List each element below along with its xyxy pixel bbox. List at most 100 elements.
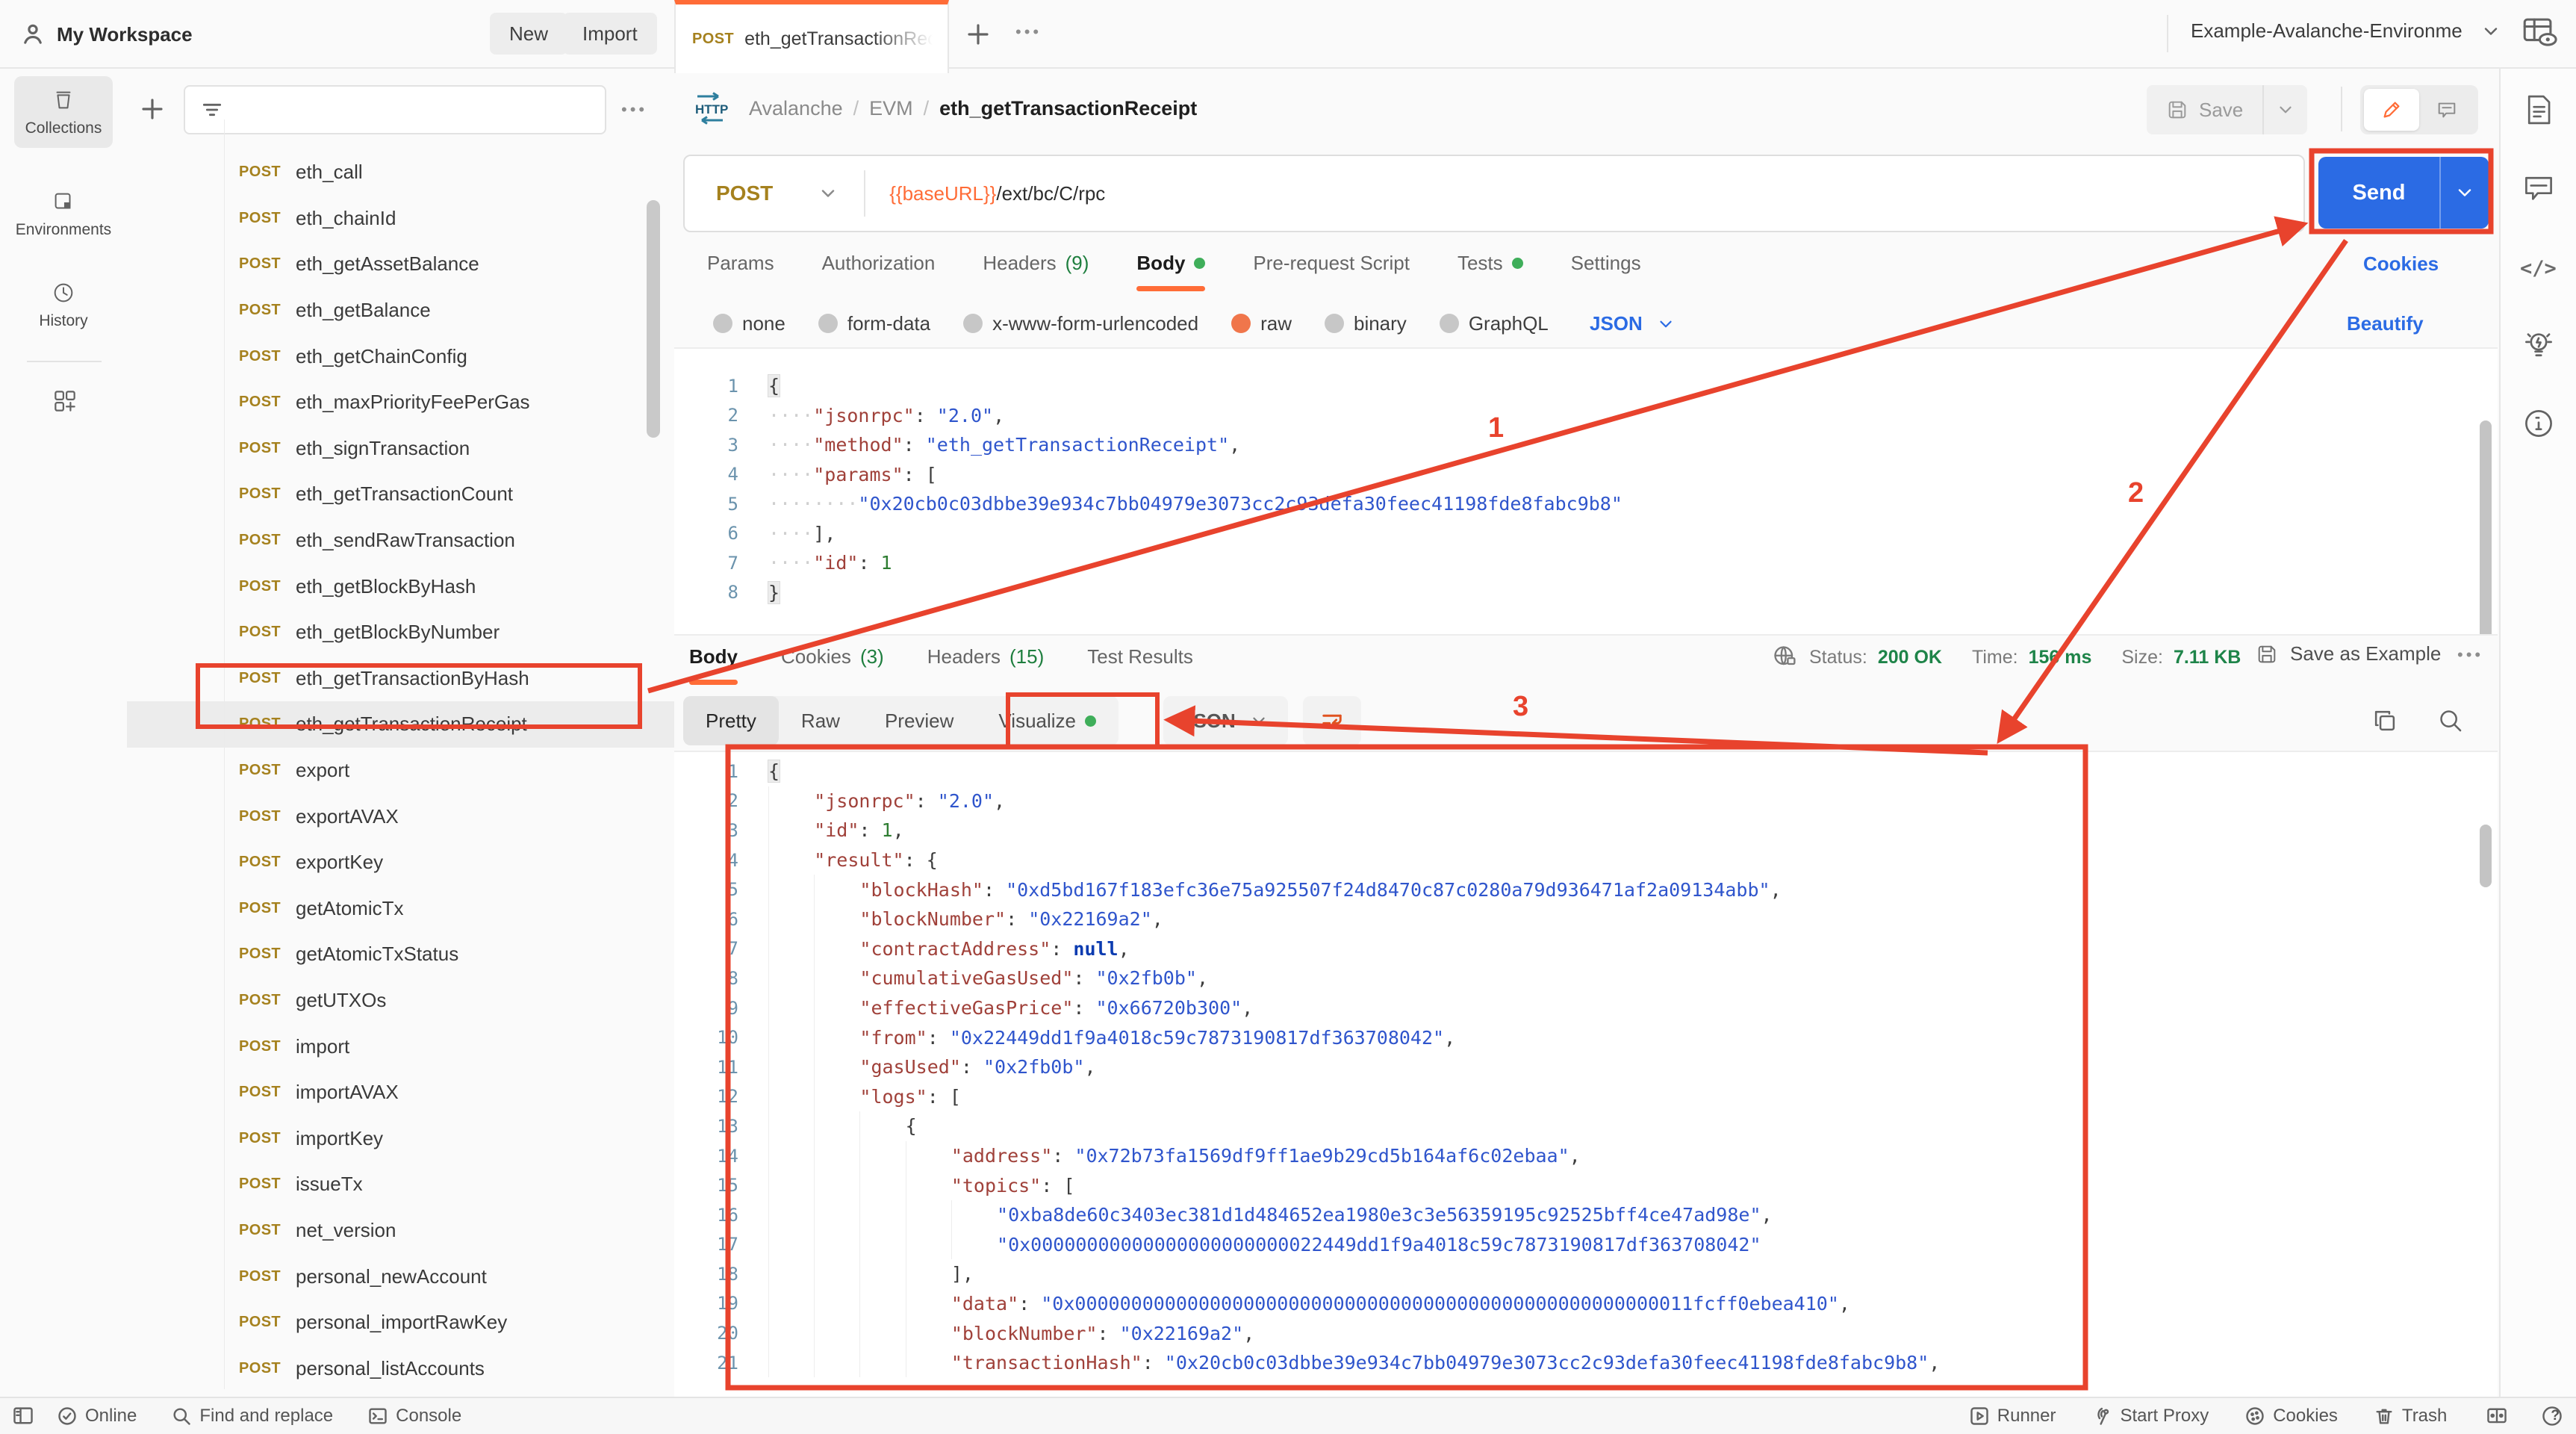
save-button[interactable]: Save	[2147, 85, 2263, 134]
split-panel-button[interactable]	[2486, 1405, 2508, 1427]
response-tab-headers[interactable]: Headers (15)	[927, 645, 1045, 668]
tab-headers[interactable]: Headers (9)	[983, 252, 1089, 275]
list-item[interactable]: POST personal_listAccounts	[127, 1345, 674, 1391]
environment-quick-look-button[interactable]	[2519, 12, 2558, 56]
body-type-none[interactable]: none	[713, 312, 785, 335]
body-type-x-www-form-urlencoded[interactable]: x-www-form-urlencoded	[963, 312, 1198, 335]
new-tab-button[interactable]	[965, 21, 992, 53]
list-item[interactable]: POST export	[127, 748, 674, 794]
workspace-switcher[interactable]: My Workspace	[19, 15, 193, 54]
list-item[interactable]: POST exportAVAX	[127, 793, 674, 839]
runner-button[interactable]: Runner	[1969, 1406, 2056, 1427]
sidebar-item-history[interactable]: History	[14, 269, 113, 341]
list-item[interactable]: POST eth_getAssetBalance	[127, 241, 674, 288]
list-item[interactable]: POST importAVAX	[127, 1070, 674, 1116]
view-tab-raw[interactable]: Raw	[779, 696, 862, 745]
tab-tests[interactable]: Tests	[1457, 252, 1523, 275]
comments-button[interactable]	[2521, 170, 2556, 210]
cookies-link[interactable]: Cookies	[2363, 252, 2439, 276]
save-as-example-button[interactable]: Save as Example	[2256, 642, 2441, 665]
list-item[interactable]: POST eth_getTransactionCount	[127, 471, 674, 518]
request-tab[interactable]: POST eth_getTransactionRece	[674, 0, 949, 73]
save-options-button[interactable]	[2262, 85, 2308, 134]
response-options-button[interactable]: •••	[2457, 645, 2483, 665]
related-requests-button[interactable]	[2521, 329, 2556, 368]
request-info-button[interactable]	[2521, 406, 2556, 446]
list-item[interactable]: POST net_version	[127, 1208, 674, 1254]
list-item[interactable]: POST getUTXOs	[127, 978, 674, 1024]
tab-options-button[interactable]: •••	[1015, 22, 1042, 42]
environment-selector[interactable]: Example-Avalanche-Environme	[2191, 19, 2501, 43]
find-and-replace-button[interactable]: Find and replace	[171, 1406, 333, 1427]
sidebar-item-environments[interactable]: Environments	[14, 178, 113, 249]
tab-authorization[interactable]: Authorization	[822, 252, 936, 275]
list-item[interactable]: POST exportKey	[127, 839, 674, 886]
breadcrumb-folder[interactable]: EVM	[869, 97, 913, 120]
response-body-viewer[interactable]: 1 2 3 4 5 6 7 8 9 10 11 12 13 14 15 16 17 18 19 20 21 {"json…	[674, 751, 2498, 1398]
comment-mode-button[interactable]	[2419, 89, 2474, 131]
response-tab-cookies[interactable]: Cookies (3)	[781, 645, 884, 668]
view-tab-pretty[interactable]: Pretty	[683, 696, 779, 745]
code-snippet-button[interactable]: </>	[2520, 257, 2557, 280]
list-item[interactable]: POST importKey	[127, 1115, 674, 1161]
beautify-link[interactable]: Beautify	[2347, 312, 2424, 335]
body-type-binary[interactable]: binary	[1324, 312, 1407, 335]
list-item[interactable]: POST getAtomicTx	[127, 886, 674, 932]
list-item[interactable]: POST import	[127, 1023, 674, 1070]
tab-pre-request-script[interactable]: Pre-request Script	[1253, 252, 1410, 275]
documentation-button[interactable]	[2521, 93, 2556, 132]
sidebar-scrollbar[interactable]	[647, 200, 660, 438]
response-tab-test-results[interactable]: Test Results	[1087, 645, 1193, 668]
search-input[interactable]	[184, 85, 606, 134]
list-item[interactable]: POST eth_maxPriorityFeePerGas	[127, 379, 674, 426]
breadcrumb-collection[interactable]: Avalanche	[749, 97, 843, 120]
send-button[interactable]: Send	[2318, 157, 2489, 229]
list-item[interactable]: POST eth_getTransactionReceipt	[127, 701, 674, 748]
new-button[interactable]: New	[490, 13, 568, 55]
body-type-GraphQL[interactable]: GraphQL	[1439, 312, 1549, 335]
collection-options-button[interactable]: •••	[621, 100, 647, 120]
list-item[interactable]: POST eth_signTransaction	[127, 426, 674, 472]
list-item[interactable]: POST eth_sendRawTransaction	[127, 518, 674, 564]
console-button[interactable]: Console	[367, 1406, 461, 1427]
response-tab-body[interactable]: Body	[689, 645, 738, 685]
add-request-button[interactable]	[139, 96, 166, 128]
online-status[interactable]: Online	[57, 1406, 137, 1427]
language-selector[interactable]: JSON	[1590, 312, 1676, 335]
list-item[interactable]: POST personal_newAccount	[127, 1253, 674, 1300]
list-item[interactable]: POST eth_getBlockByNumber	[127, 609, 674, 656]
configure-workspace-sidebar-button[interactable]	[51, 387, 79, 420]
method-selector[interactable]: POST	[685, 181, 839, 205]
list-item[interactable]: POST eth_call	[127, 149, 674, 196]
editor-scrollbar[interactable]	[2480, 420, 2492, 634]
response-language-selector[interactable]: JSON	[1163, 696, 1288, 745]
tab-settings[interactable]: Settings	[1571, 252, 1641, 275]
tab-params[interactable]: Params	[707, 252, 774, 275]
toggle-sidebar-button[interactable]	[12, 1405, 34, 1427]
help-button[interactable]: ?	[2541, 1405, 2563, 1427]
view-tab-visualize[interactable]: Visualize	[976, 696, 1119, 745]
tab-body[interactable]: Body	[1136, 252, 1206, 291]
list-item[interactable]: POST issueTx	[127, 1161, 674, 1208]
import-button[interactable]: Import	[563, 13, 657, 55]
list-item[interactable]: POST eth_getBlockByHash	[127, 563, 674, 609]
list-item[interactable]: POST eth_chainId	[127, 196, 674, 242]
request-body-editor[interactable]: 12345678 {···· "jsonrpc": "2.0", ···· "meth…	[674, 347, 2498, 636]
response-scrollbar[interactable]	[2480, 825, 2492, 887]
edit-mode-button[interactable]	[2364, 89, 2419, 131]
cookies-button[interactable]: Cookies	[2244, 1406, 2338, 1427]
body-type-form-data[interactable]: form-data	[818, 312, 930, 335]
copy-response-button[interactable]	[2371, 707, 2399, 740]
list-item[interactable]: POST personal_importRawKey	[127, 1300, 674, 1346]
url-input[interactable]: {{baseURL}}/ext/bc/C/rpc	[889, 182, 1105, 205]
view-tab-preview[interactable]: Preview	[862, 696, 976, 745]
send-options-button[interactable]	[2439, 157, 2489, 229]
sidebar-item-collections[interactable]: Collections	[14, 76, 113, 148]
list-item[interactable]: POST eth_getChainConfig	[127, 333, 674, 379]
start-proxy-button[interactable]: Start Proxy	[2092, 1406, 2209, 1427]
search-response-button[interactable]	[2436, 707, 2465, 740]
list-item[interactable]: POST eth_getTransactionByHash	[127, 656, 674, 702]
list-item[interactable]: POST eth_getBalance	[127, 288, 674, 334]
body-type-raw[interactable]: raw	[1231, 312, 1292, 335]
trash-button[interactable]: Trash	[2374, 1406, 2447, 1427]
